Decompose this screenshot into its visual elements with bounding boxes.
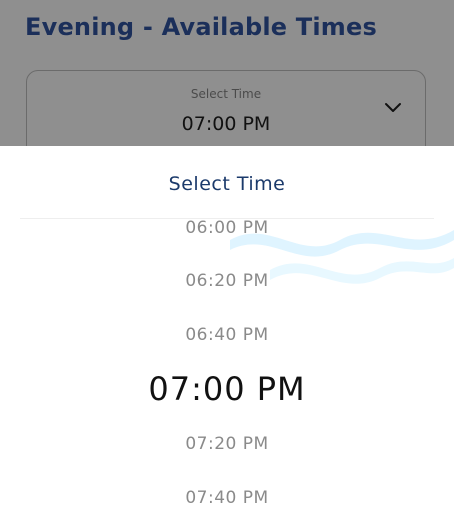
chevron-down-icon[interactable] [383, 101, 403, 115]
time-option[interactable]: 06:00 PM [0, 218, 454, 238]
time-option[interactable]: 06:40 PM [0, 325, 454, 345]
time-option[interactable]: 07:20 PM [0, 434, 454, 454]
time-option-selected[interactable]: 07:00 PM [0, 370, 454, 408]
time-option[interactable]: 07:40 PM [0, 488, 454, 508]
time-select-label: Select Time [190, 87, 262, 101]
picker-title: Select Time [168, 173, 286, 195]
dimmed-background: Evening - Available Times Select Time 07… [0, 0, 454, 160]
time-picker-sheet: Select Time 06:00 PM 06:20 PM 06:40 PM 0… [0, 146, 454, 518]
page-title: Evening - Available Times [25, 13, 377, 41]
time-select-value: 07:00 PM [181, 113, 271, 135]
page: Evening - Available Times Select Time 07… [0, 0, 454, 518]
time-option[interactable]: 06:20 PM [0, 271, 454, 291]
